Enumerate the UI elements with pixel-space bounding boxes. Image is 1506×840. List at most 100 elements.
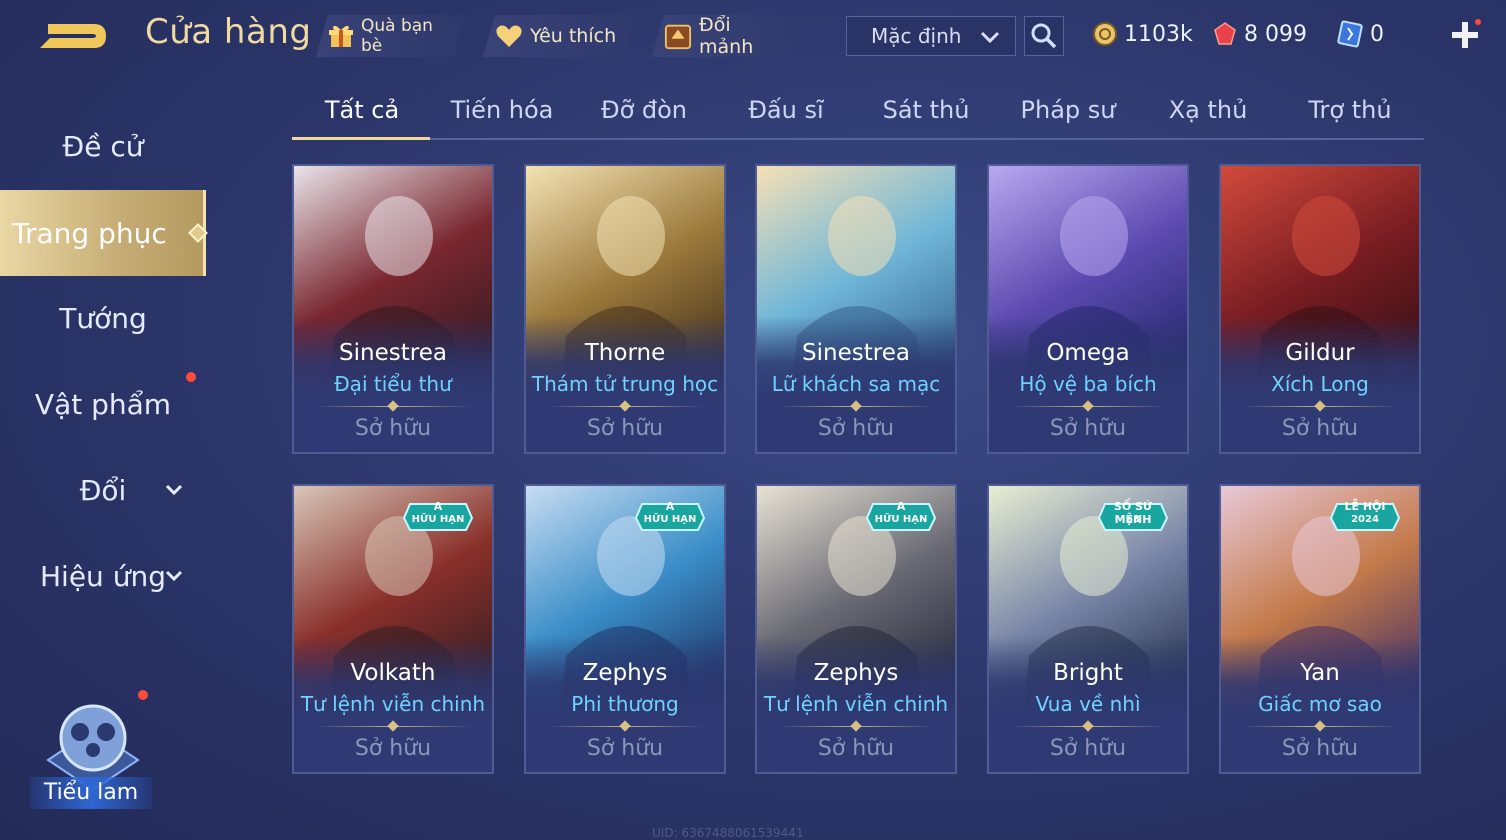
hero-name: Zephys [582, 660, 668, 686]
hero-name: Sinestrea [339, 340, 447, 366]
limited-badge: LỄ HỘI 2024 [1329, 498, 1401, 532]
plus-icon[interactable] [1448, 18, 1482, 52]
badge-line-2: HỮU HẠN [411, 514, 465, 525]
hero-name: Yan [1300, 660, 1340, 686]
tab-label: Sát thủ [882, 96, 970, 124]
tab-label: Đỡ đòn [600, 96, 688, 124]
heart-icon [495, 22, 523, 50]
friend-gift-button[interactable]: Quà bạn bè [316, 15, 466, 57]
ownership-status: Sở hữu [1049, 736, 1127, 761]
user-id-watermark: UID: 6367488061539441 [652, 826, 804, 840]
skin-name: Giấc mơ sao [1258, 692, 1382, 716]
sidebar-item-label: Đổi [79, 473, 127, 507]
tab-marksman[interactable]: Xạ thủ [1138, 96, 1278, 124]
sidebar-item-effects[interactable]: Hiệu ứng [0, 546, 206, 606]
chevron-down-icon [165, 484, 183, 496]
sidebar-item-exchange[interactable]: Đổi [0, 460, 206, 520]
voucher-balance: 0 [1336, 18, 1384, 50]
gold-amount: 1103k [1124, 21, 1193, 47]
mascot-label: Tiểu lam [30, 777, 152, 809]
gift-icon [328, 22, 354, 50]
tab-label: Pháp sư [1020, 96, 1116, 124]
gold-coin-icon [1093, 22, 1117, 46]
sidebar-item-skins[interactable]: Trang phục [0, 190, 208, 276]
ruby-gem-icon [1214, 22, 1236, 45]
limited-badge: A HỮU HẠN [865, 498, 937, 532]
notification-dot [138, 690, 148, 700]
tab-assassin[interactable]: Sát thủ [856, 96, 996, 124]
gold-balance: 1103k [1092, 18, 1193, 50]
skin-name: Đại tiểu thư [334, 372, 452, 396]
skin-card[interactable]: Sinestrea Đại tiểu thư Sở hữu [292, 164, 494, 454]
skin-card[interactable]: Thorne Thám tử trung học Sở hữu [524, 164, 726, 454]
sidebar-item-label: Vật phẩm [34, 387, 172, 421]
ownership-status: Sở hữu [817, 416, 895, 441]
badge-line-1: LỄ HỘI [1344, 500, 1386, 513]
skin-name: Tư lệnh viễn chinh [300, 692, 486, 716]
sidebar-item-label: Trang phục [12, 216, 167, 250]
ownership-status: Sở hữu [817, 736, 895, 761]
skin-name: Tư lệnh viễn chinh [763, 692, 949, 716]
favorites-button[interactable]: Yêu thích [483, 15, 635, 57]
tab-all[interactable]: Tất cả [292, 96, 432, 124]
chevron-down-icon [980, 31, 1000, 44]
tab-support[interactable]: Trợ thủ [1280, 96, 1420, 124]
tab-label: Đấu sĩ [748, 96, 824, 124]
back-arrow-icon[interactable] [34, 16, 112, 54]
hero-name: Gildur [1285, 340, 1355, 366]
active-tab-underline [292, 137, 430, 140]
skin-name: Phi thương [571, 692, 679, 716]
page-title: Cửa hàng [145, 12, 312, 52]
sidebar-item-items[interactable]: Vật phẩm [0, 372, 206, 434]
badge-line-1: A [665, 500, 675, 513]
sort-selected-value: Mặc định [871, 24, 962, 48]
active-indicator-icon [188, 223, 208, 243]
tab-label: Tiến hóa [450, 96, 554, 124]
limited-badge: A HỮU HẠN [402, 498, 474, 532]
ownership-status: Sở hữu [586, 416, 664, 441]
ownership-status: Sở hữu [1281, 736, 1359, 761]
search-button[interactable] [1024, 16, 1064, 56]
sidebar-item-heroes[interactable]: Tướng [0, 288, 206, 348]
voucher-amount: 0 [1370, 21, 1384, 47]
skin-card[interactable]: Sinestrea Lữ khách sa mạc Sở hữu [755, 164, 957, 454]
top-bar: Cửa hàng Quà bạn bè Yêu thích Đổi mảnh M… [0, 0, 1506, 72]
ownership-status: Sở hữu [1281, 416, 1359, 441]
role-tabs: Tất cả Tiến hóa Đỡ đòn Đấu sĩ Sát thủ Ph… [292, 88, 1424, 140]
ownership-status: Sở hữu [354, 736, 432, 761]
limited-badge: SỔ SỨ MỆNH 63 [1097, 498, 1169, 532]
hero-name: Bright [1053, 660, 1123, 686]
skin-card[interactable]: SỔ SỨ MỆNH 63 Bright Vua về nhì Sở hữu [987, 484, 1189, 774]
tab-tank[interactable]: Đỡ đòn [574, 96, 714, 124]
limited-badge: A HỮU HẠN [634, 498, 706, 532]
exchange-shards-button[interactable]: Đổi mảnh [652, 15, 804, 57]
hero-name: Zephys [813, 660, 899, 686]
skin-name: Thám tử trung học [531, 372, 719, 396]
hero-name: Thorne [584, 340, 666, 366]
skin-card[interactable]: Omega Hộ vệ ba bích Sở hữu [987, 164, 1189, 454]
skin-card[interactable]: A HỮU HẠN Volkath Tư lệnh viễn chinh Sở hữu [292, 484, 494, 774]
badge-line-1: A [433, 500, 443, 513]
exchange-shards-label: Đổi mảnh [699, 14, 754, 58]
badge-line-2: HỮU HẠN [643, 514, 697, 525]
tab-fighter[interactable]: Đấu sĩ [716, 96, 856, 124]
ownership-status: Sở hữu [586, 736, 664, 761]
search-icon [1031, 23, 1057, 49]
skin-card[interactable]: A HỮU HẠN Zephys Phi thương Sở hữu [524, 484, 726, 774]
skin-name: Hộ vệ ba bích [1019, 372, 1157, 396]
skin-card[interactable]: A HỮU HẠN Zephys Tư lệnh viễn chinh Sở hữu [755, 484, 957, 774]
tab-mage[interactable]: Pháp sư [998, 96, 1138, 124]
skin-name: Xích Long [1271, 372, 1369, 396]
tab-label: Tất cả [324, 96, 400, 124]
skin-card[interactable]: Gildur Xích Long Sở hữu [1219, 164, 1421, 454]
skin-name: Lữ khách sa mạc [771, 372, 941, 396]
skin-grid: Sinestrea Đại tiểu thư Sở hữu Thorne Thám tử… [292, 164, 1424, 840]
sidebar-item-recommended[interactable]: Đề cử [0, 116, 206, 176]
sort-dropdown[interactable]: Mặc định [846, 16, 1016, 56]
sidebar-item-label: Đề cử [62, 129, 144, 163]
skin-card[interactable]: LỄ HỘI 2024 Yan Giấc mơ sao Sở hữu [1219, 484, 1421, 774]
badge-line-2: 63 [1126, 514, 1140, 525]
sidebar-item-label: Hiệu ứng [40, 559, 166, 593]
skin-name: Vua về nhì [1035, 692, 1141, 716]
tab-evolution[interactable]: Tiến hóa [432, 96, 572, 124]
